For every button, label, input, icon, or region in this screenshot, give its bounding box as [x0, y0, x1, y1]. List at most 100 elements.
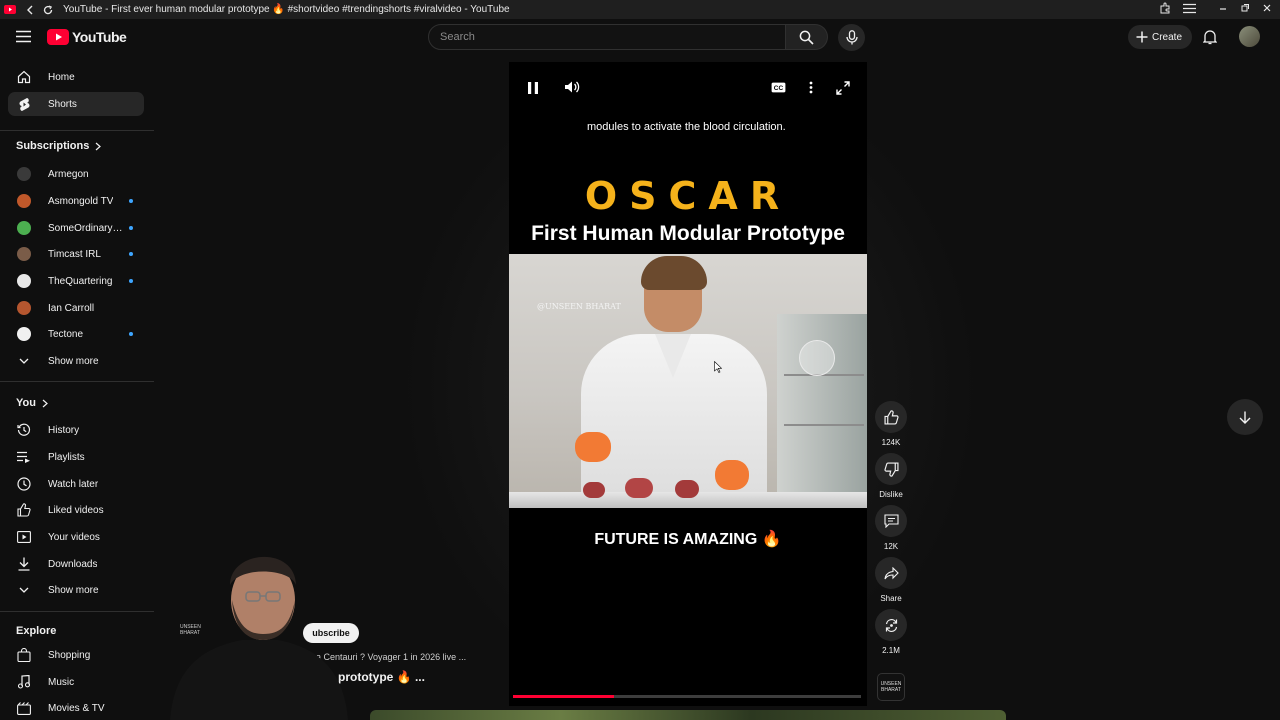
organ-module [625, 478, 653, 498]
short-title[interactable]: prototype 🔥 ... [338, 670, 425, 684]
sidebar-divider [0, 130, 154, 131]
like-count: 124K [881, 438, 901, 447]
channel-avatar [17, 221, 31, 235]
shopping-icon [16, 647, 32, 663]
sidebar-item-music[interactable]: Music [8, 670, 144, 694]
chevron-right-icon [42, 399, 48, 408]
sidebar-item-movies-tv[interactable]: Movies & TV [8, 696, 144, 720]
remix-button[interactable]: 2.1M [874, 609, 908, 655]
downloads-icon [16, 556, 32, 572]
progress-bar[interactable] [513, 695, 861, 698]
home-icon [16, 69, 32, 85]
explore-header: Explore [16, 625, 57, 637]
comment-icon [883, 514, 899, 528]
volume-button[interactable] [564, 80, 580, 94]
youtube-logo-icon [47, 29, 69, 45]
comment-count: 12K [883, 542, 899, 551]
youtube-logo-text: YouTube [72, 29, 127, 45]
new-content-dot [129, 332, 133, 336]
subscription-someordinarygamers[interactable]: SomeOrdinaryGa... [8, 216, 144, 240]
subscription-thequartering[interactable]: TheQuartering [8, 269, 144, 293]
fullscreen-button[interactable] [836, 81, 850, 95]
dislike-button[interactable]: Dislike [874, 453, 908, 499]
chevron-down-icon [16, 353, 32, 369]
subscription-timcast-irl[interactable]: Timcast IRL [8, 242, 144, 266]
captions-button[interactable]: CC [771, 82, 786, 93]
youtube-logo[interactable]: YouTube [47, 29, 127, 45]
guide-menu-icon[interactable] [16, 30, 31, 43]
back-icon[interactable] [23, 3, 37, 17]
extensions-icon[interactable] [1159, 2, 1171, 14]
comments-button[interactable]: 12K [874, 505, 908, 551]
subscription-tectone[interactable]: Tectone [8, 322, 144, 346]
reload-icon[interactable] [41, 3, 55, 17]
youtube-favicon-icon [3, 3, 17, 17]
movies-icon [16, 700, 32, 716]
sidebar-item-shorts[interactable]: Shorts [8, 92, 144, 116]
voice-search-button[interactable] [838, 24, 865, 51]
playlists-icon [16, 449, 32, 465]
subscription-ian-carroll[interactable]: Ian Carroll [8, 296, 144, 320]
glass-sphere [799, 340, 835, 376]
sidebar-divider [0, 611, 154, 612]
subscription-armegon[interactable]: Armegon [8, 162, 144, 186]
pause-icon [527, 81, 539, 95]
arrow-down-icon [1239, 411, 1251, 424]
video-caption: modules to activate the blood circulatio… [587, 121, 786, 133]
subscriptions-show-more[interactable]: Show more [8, 349, 144, 373]
sidebar-item-playlists[interactable]: Playlists [8, 445, 144, 469]
video-headline: OSCAR [584, 174, 792, 218]
expand-icon [836, 81, 850, 95]
sidebar-item-downloads[interactable]: Downloads [8, 552, 144, 576]
share-label: Share [880, 594, 902, 603]
video-subheadline: First Human Modular Prototype [531, 222, 845, 245]
next-short-preview[interactable] [370, 710, 1006, 720]
more-options-button[interactable] [809, 81, 813, 94]
chevron-right-icon [95, 142, 102, 151]
chevron-down-icon [16, 582, 32, 598]
video-frame: @UNSEEN BHARAT [509, 254, 867, 508]
notifications-icon[interactable] [1203, 29, 1217, 45]
search-button[interactable] [786, 24, 828, 50]
channel-thumbnail[interactable]: UNSEEN BHARAT [877, 673, 905, 701]
you-header[interactable]: You [16, 397, 48, 409]
next-short-button[interactable] [1227, 399, 1263, 435]
menu-icon[interactable] [1183, 3, 1196, 14]
account-avatar[interactable] [1239, 26, 1260, 47]
orange-glove-right [715, 460, 749, 490]
channel-avatar [17, 301, 31, 315]
organ-module [583, 482, 605, 498]
progress-fill [513, 695, 614, 698]
subscriptions-header[interactable]: Subscriptions [16, 140, 102, 152]
sidebar-item-shopping[interactable]: Shopping [8, 643, 144, 667]
like-button[interactable]: 124K [874, 401, 908, 447]
minimize-icon[interactable] [1218, 3, 1228, 13]
sidebar-divider [0, 381, 154, 382]
you-show-more[interactable]: Show more [8, 578, 144, 602]
sidebar-item-history[interactable]: History [8, 418, 144, 442]
new-content-dot [129, 252, 133, 256]
restore-icon[interactable] [1240, 3, 1250, 13]
closed-captions-icon: CC [771, 82, 786, 93]
search-input[interactable] [429, 25, 785, 49]
create-button[interactable]: Create [1128, 25, 1192, 49]
pause-button[interactable] [527, 80, 539, 96]
mouse-cursor-icon [714, 361, 722, 373]
channel-avatar [17, 194, 31, 208]
window-titlebar: YouTube - First ever human modular proto… [0, 0, 1280, 19]
share-button[interactable]: Share [874, 557, 908, 603]
channel-avatar [17, 327, 31, 341]
sidebar-item-home[interactable]: Home [8, 65, 144, 89]
shorts-player[interactable]: CC modules to activate the blood circula… [509, 62, 867, 706]
new-content-dot [129, 226, 133, 230]
sidebar-item-your-videos[interactable]: Your videos [8, 525, 144, 549]
watch-later-icon [16, 476, 32, 492]
scientist-hair [641, 256, 707, 290]
close-icon[interactable] [1262, 3, 1272, 13]
your-videos-icon [16, 529, 32, 545]
liked-videos-icon [16, 502, 32, 518]
sidebar-item-liked-videos[interactable]: Liked videos [8, 498, 144, 522]
history-icon [16, 422, 32, 438]
subscription-asmongold-tv[interactable]: Asmongold TV [8, 189, 144, 213]
sidebar-item-watch-later[interactable]: Watch later [8, 472, 144, 496]
